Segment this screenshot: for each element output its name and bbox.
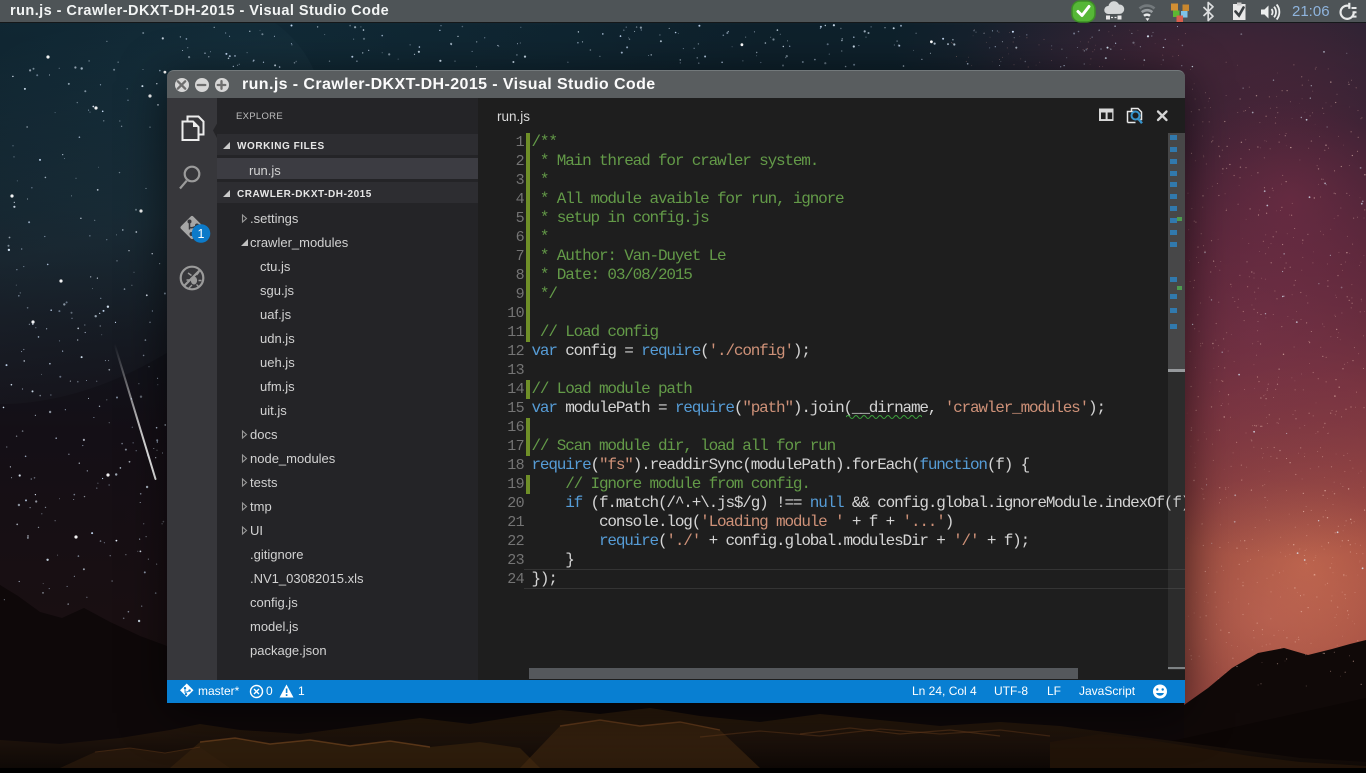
- svg-text:1: 1: [198, 227, 205, 241]
